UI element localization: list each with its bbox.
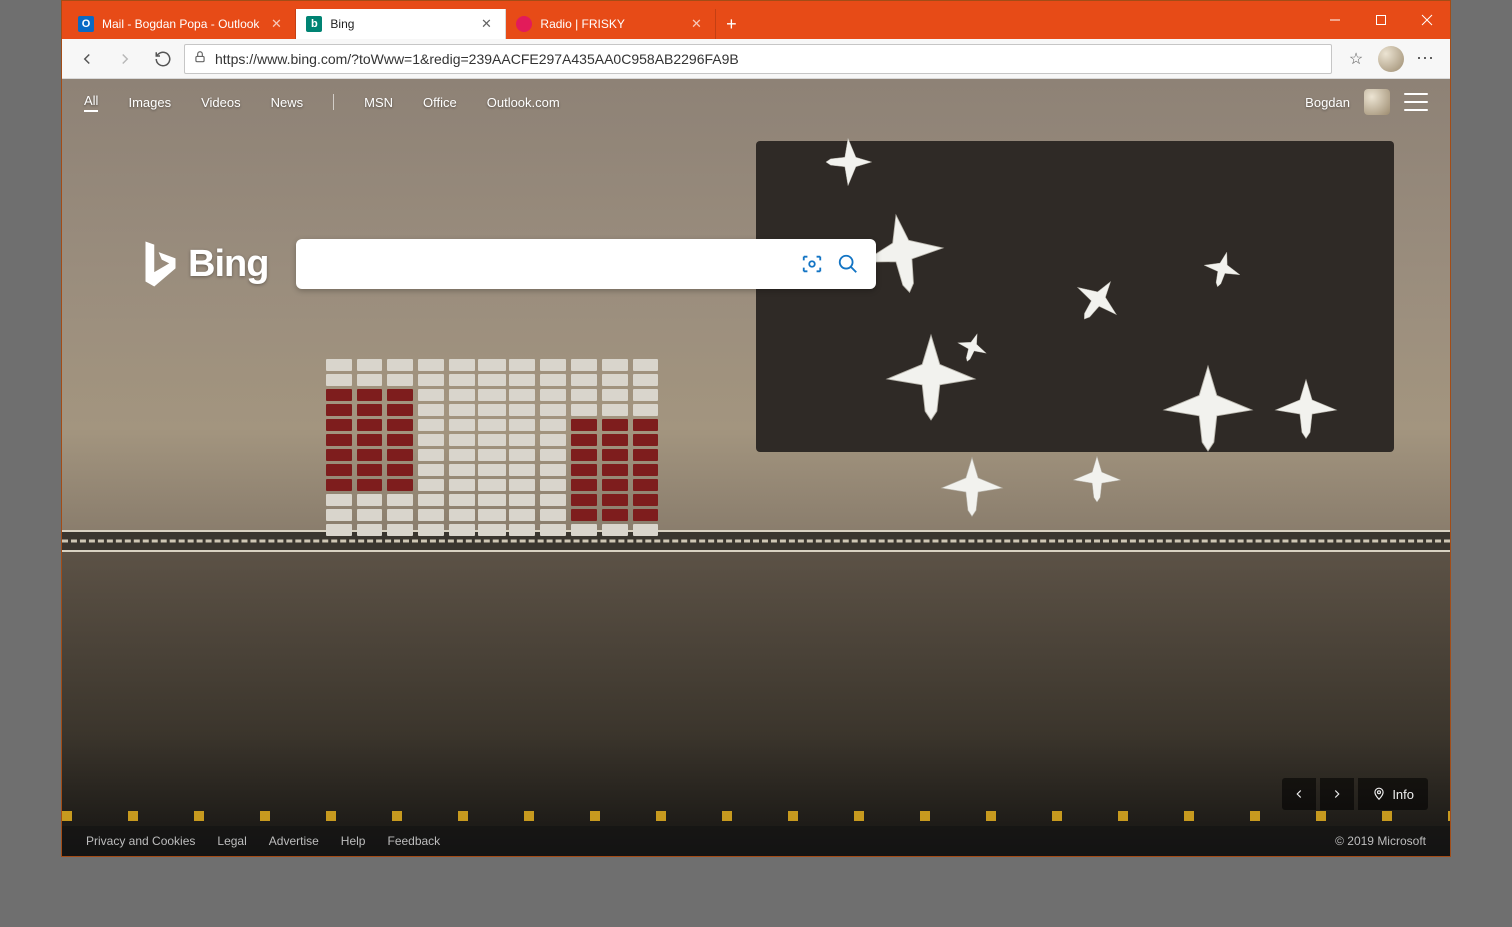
minimize-button[interactable]: [1312, 1, 1358, 39]
forward-icon: [116, 50, 134, 68]
bing-footer: Privacy and Cookies Legal Advertise Help Fee…: [62, 826, 1450, 856]
next-image-button[interactable]: [1320, 778, 1354, 810]
camera-icon: [801, 253, 823, 275]
frisky-icon: [516, 16, 532, 32]
outlook-icon: O: [78, 16, 94, 32]
page-viewport: AllImagesVideosNewsMSNOfficeOutlook.com …: [62, 79, 1450, 856]
bing-search-region: Bing: [138, 239, 876, 289]
tab-title: Mail - Bogdan Popa - Outlook: [102, 17, 259, 31]
nav-link-office[interactable]: Office: [423, 95, 457, 110]
apron: [756, 141, 1394, 452]
chevron-right-icon: [1330, 787, 1344, 801]
back-button[interactable]: [70, 43, 104, 75]
bing-icon: b: [306, 16, 322, 32]
tab-frisky[interactable]: Radio | FRISKY ✕: [506, 9, 716, 39]
nav-separator: [333, 94, 334, 110]
footer-link-help[interactable]: Help: [341, 834, 366, 848]
search-icon: [837, 253, 859, 275]
close-icon: [1421, 14, 1433, 26]
close-window-button[interactable]: [1404, 1, 1450, 39]
footer-link-privacy-and-cookies[interactable]: Privacy and Cookies: [86, 834, 195, 848]
close-tab-button[interactable]: ✕: [267, 15, 285, 33]
nav-link-all[interactable]: All: [84, 93, 98, 112]
address-bar: ☆ ⋯: [62, 39, 1450, 79]
nav-link-videos[interactable]: Videos: [201, 95, 241, 110]
search-box[interactable]: [296, 239, 876, 289]
forward-button[interactable]: [108, 43, 142, 75]
location-icon: [1372, 787, 1386, 801]
tab-title: Bing: [330, 17, 354, 31]
footer-link-advertise[interactable]: Advertise: [269, 834, 319, 848]
close-tab-button[interactable]: ✕: [477, 15, 495, 33]
nav-link-outlook-com[interactable]: Outlook.com: [487, 95, 560, 110]
nav-link-msn[interactable]: MSN: [364, 95, 393, 110]
tab-title: Radio | FRISKY: [540, 17, 624, 31]
refresh-icon: [154, 50, 172, 68]
maximize-icon: [1375, 14, 1387, 26]
minimize-icon: [1329, 14, 1341, 26]
browser-window: O Mail - Bogdan Popa - Outlook ✕ b Bing …: [61, 0, 1451, 857]
url-box[interactable]: [184, 44, 1332, 74]
visual-search-button[interactable]: [794, 246, 830, 282]
prev-image-button[interactable]: [1282, 778, 1316, 810]
url-input[interactable]: [215, 51, 1323, 67]
user-name[interactable]: Bogdan: [1305, 95, 1350, 110]
titlebar: O Mail - Bogdan Popa - Outlook ✕ b Bing …: [62, 1, 1450, 39]
bing-nav-links: All Images Videos News MSN Office Outlook.com: [84, 93, 560, 112]
nav-link-images[interactable]: Images: [128, 95, 171, 110]
lock-icon: [193, 50, 207, 67]
bing-logo-icon: [138, 239, 178, 289]
hamburger-menu[interactable]: [1404, 93, 1428, 111]
tab-outlook[interactable]: O Mail - Bogdan Popa - Outlook ✕: [68, 9, 296, 39]
search-button[interactable]: [830, 246, 866, 282]
footer-links: Privacy and Cookies Legal Advertise Help Fee…: [86, 834, 440, 848]
runway: [62, 530, 1450, 552]
more-menu-button[interactable]: ⋯: [1410, 48, 1442, 69]
window-controls: [1312, 1, 1450, 39]
back-icon: [78, 50, 96, 68]
footer-link-feedback[interactable]: Feedback: [387, 834, 440, 848]
bing-header: AllImagesVideosNewsMSNOfficeOutlook.com …: [62, 79, 1450, 125]
car-lot: [478, 359, 658, 559]
bing-header-right: Bogdan: [1305, 89, 1428, 115]
maximize-button[interactable]: [1358, 1, 1404, 39]
image-info-controls: Info: [1282, 778, 1428, 810]
tab-strip: O Mail - Bogdan Popa - Outlook ✕ b Bing …: [68, 1, 746, 39]
profile-avatar[interactable]: [1378, 46, 1404, 72]
refresh-button[interactable]: [146, 43, 180, 75]
footer-copyright: © 2019 Microsoft: [1335, 834, 1426, 848]
tarmac: [62, 552, 1450, 856]
bing-logo-text: Bing: [188, 243, 268, 286]
info-label: Info: [1392, 787, 1414, 802]
bing-logo[interactable]: Bing: [138, 239, 268, 289]
close-tab-button[interactable]: ✕: [687, 15, 705, 33]
address-bar-actions: ☆ ⋯: [1340, 46, 1442, 72]
tab-bing[interactable]: b Bing ✕: [296, 9, 506, 39]
image-info-button[interactable]: Info: [1358, 778, 1428, 810]
chevron-left-icon: [1292, 787, 1306, 801]
search-input[interactable]: [314, 255, 794, 273]
new-tab-button[interactable]: +: [716, 9, 746, 39]
favorite-button[interactable]: ☆: [1340, 49, 1372, 69]
footer-link-legal[interactable]: Legal: [217, 834, 246, 848]
nav-link-news[interactable]: News: [271, 95, 304, 110]
user-avatar[interactable]: [1364, 89, 1390, 115]
